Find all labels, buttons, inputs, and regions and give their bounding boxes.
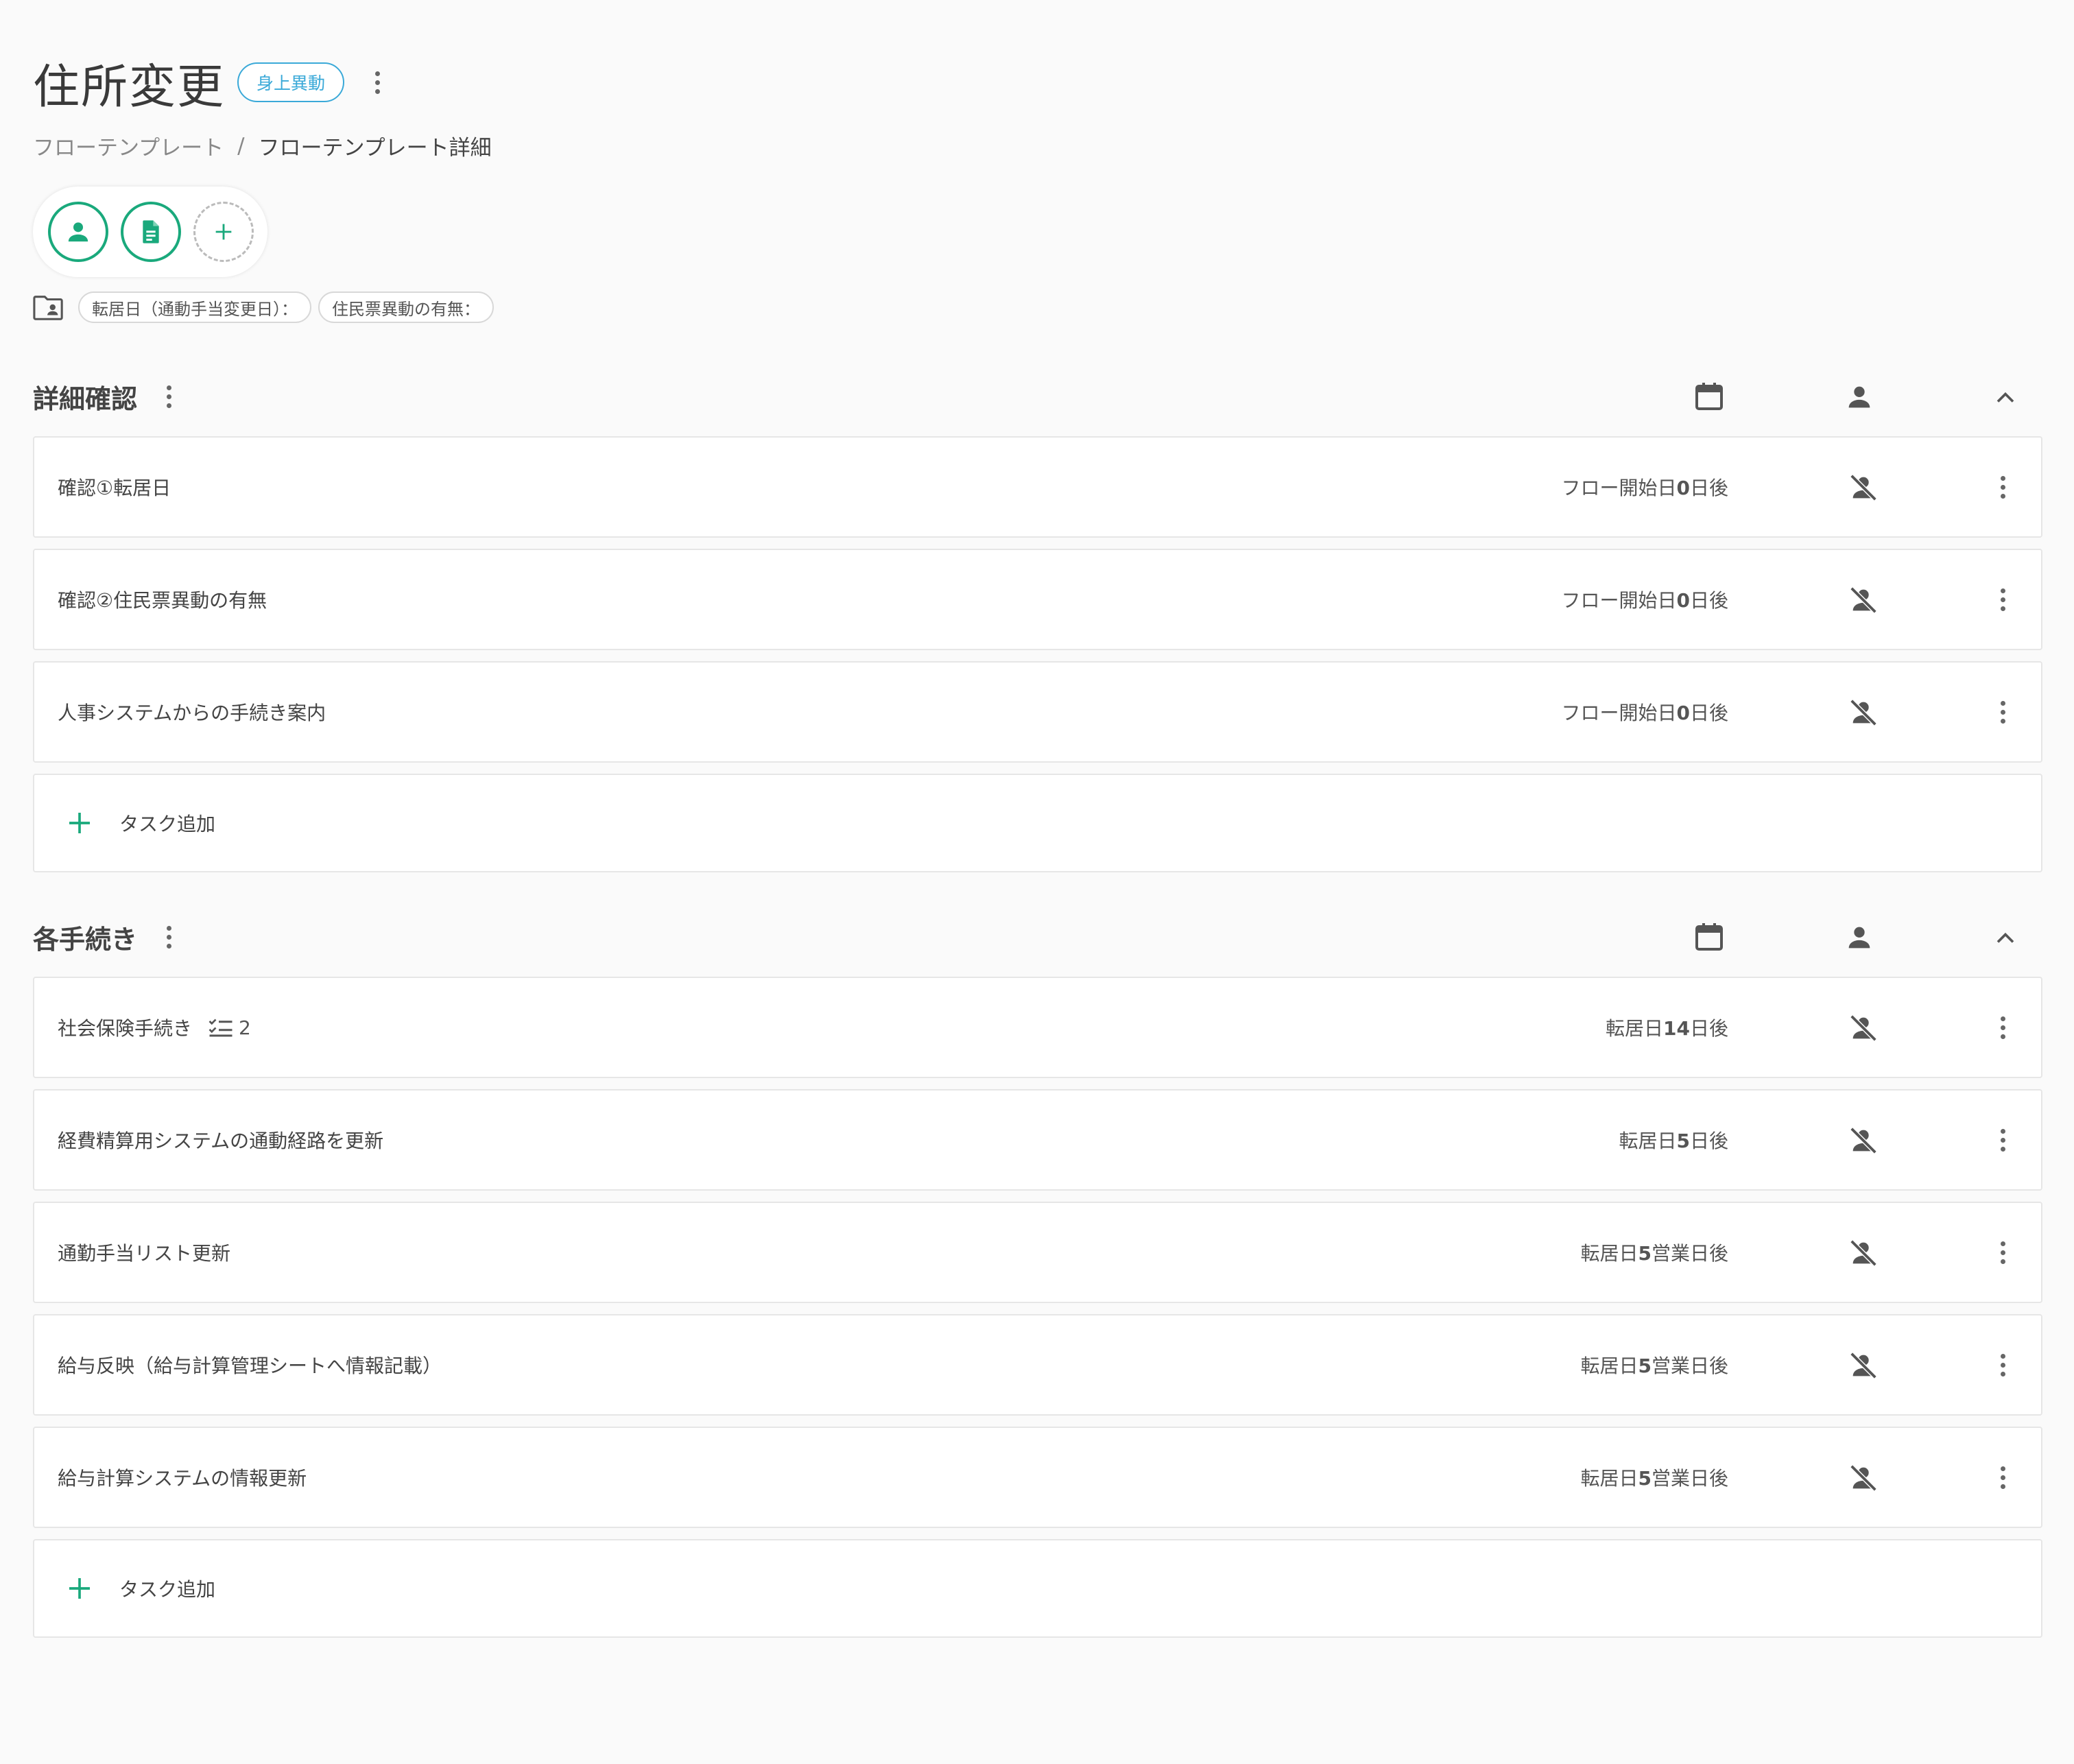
- task-due: フロー開始日0日後: [1561, 589, 1728, 612]
- no-assignee-icon[interactable]: [1848, 472, 1879, 503]
- task-more-icon[interactable]: [1989, 1121, 2016, 1159]
- subtask-count: 2: [208, 1016, 251, 1039]
- section-procedures: 各手続き 社会保険手続き 2 転居日14日後 経費精算用システムの通動経路を更新…: [33, 903, 2042, 1638]
- task-due: 転居日5営業日後: [1580, 1355, 1728, 1377]
- person-icon: [1848, 386, 1870, 408]
- task-row[interactable]: 通勤手当リスト更新 転居日5営業日後: [33, 1202, 2042, 1303]
- task-more-icon[interactable]: [1989, 693, 2016, 731]
- add-task-button[interactable]: タスク追加: [33, 1539, 2042, 1638]
- task-more-icon[interactable]: [1989, 468, 2016, 506]
- task-more-icon[interactable]: [1989, 1008, 2016, 1047]
- calendar-icon: [1695, 923, 1723, 951]
- task-name: 給与反映（給与計算管理シートへ情報記載）: [58, 1355, 442, 1377]
- section-header: 各手続き: [33, 903, 2042, 971]
- task-name: 給与計算システムの情報更新: [58, 1467, 307, 1490]
- add-task-label: タスク追加: [119, 1578, 216, 1601]
- participant-group: [33, 187, 267, 277]
- checklist-icon: [208, 1018, 233, 1037]
- task-row[interactable]: 給与反映（給与計算管理シートへ情報記載） 転居日5営業日後: [33, 1314, 2042, 1416]
- add-task-button[interactable]: タスク追加: [33, 774, 2042, 872]
- page-title: 住所変更: [33, 60, 226, 115]
- task-name: 確認①転居日: [58, 477, 171, 499]
- task-due: 転居日5営業日後: [1580, 1467, 1728, 1490]
- plus-icon: [215, 224, 232, 240]
- breadcrumb: フローテンプレート / フローテンプレート詳細: [33, 130, 492, 161]
- task-row[interactable]: 人事システムからの手続き案内 フロー開始日0日後: [33, 661, 2042, 763]
- task-name: 確認②住民票異動の有無: [58, 589, 267, 612]
- no-assignee-icon[interactable]: [1848, 1350, 1879, 1381]
- calendar-icon: [1695, 383, 1723, 410]
- task-more-icon[interactable]: [1989, 1458, 2016, 1497]
- task-name: 通勤手当リスト更新: [58, 1242, 231, 1265]
- task-more-icon[interactable]: [1989, 1346, 2016, 1384]
- document-icon: [143, 220, 159, 243]
- section-more-icon[interactable]: [155, 918, 182, 956]
- task-row[interactable]: 確認①転居日 フロー開始日0日後: [33, 436, 2042, 538]
- breadcrumb-link[interactable]: フローテンプレート: [33, 130, 224, 161]
- person-icon: [68, 222, 88, 242]
- section-detail-check: 詳細確認 確認①転居日 フロー開始日0日後 確認②住民票異動の有無 フロー開始日…: [33, 362, 2042, 872]
- task-row[interactable]: 社会保険手続き 2 転居日14日後: [33, 977, 2042, 1078]
- task-name: 人事システムからの手続き案内: [58, 702, 326, 724]
- breadcrumb-current: フローテンプレート詳細: [258, 136, 492, 160]
- tag-resident-change[interactable]: 住民票異動の有無：: [318, 291, 494, 323]
- no-assignee-icon[interactable]: [1848, 697, 1879, 728]
- task-due: フロー開始日0日後: [1561, 477, 1728, 499]
- folder-person-icon: [33, 296, 63, 320]
- category-chip[interactable]: 身上異動: [237, 62, 345, 102]
- add-participant-button[interactable]: [193, 202, 254, 262]
- chevron-up-icon[interactable]: [1990, 923, 2021, 953]
- no-assignee-icon[interactable]: [1848, 1462, 1879, 1494]
- flow-tags: 転居日（通動手当変更日）： 住民票異動の有無：: [33, 291, 494, 324]
- tag-move-date[interactable]: 転居日（通動手当変更日）：: [78, 291, 311, 323]
- task-row[interactable]: 確認②住民票異動の有無 フロー開始日0日後: [33, 549, 2042, 650]
- section-more-icon[interactable]: [155, 377, 182, 416]
- task-more-icon[interactable]: [1989, 580, 2016, 619]
- task-name: 社会保険手続き 2: [58, 1016, 251, 1040]
- section-title: 各手続き: [33, 924, 138, 955]
- plus-icon: [69, 813, 90, 833]
- add-task-label: タスク追加: [119, 813, 216, 835]
- task-row[interactable]: 給与計算システムの情報更新 転居日5営業日後: [33, 1427, 2042, 1528]
- person-icon: [1848, 927, 1870, 949]
- task-more-icon[interactable]: [1989, 1233, 2016, 1272]
- no-assignee-icon[interactable]: [1848, 584, 1879, 616]
- title-row: 住所変更 身上異動: [33, 49, 391, 115]
- task-due: フロー開始日0日後: [1561, 702, 1728, 724]
- document-avatar[interactable]: [121, 202, 181, 262]
- chevron-up-icon[interactable]: [1990, 383, 2021, 413]
- no-assignee-icon[interactable]: [1848, 1125, 1879, 1156]
- task-due: 転居日14日後: [1606, 1017, 1728, 1040]
- task-due: 転居日5日後: [1619, 1130, 1728, 1152]
- no-assignee-icon[interactable]: [1848, 1012, 1879, 1044]
- no-assignee-icon[interactable]: [1848, 1237, 1879, 1269]
- plus-icon: [69, 1578, 90, 1599]
- task-row[interactable]: 経費精算用システムの通動経路を更新 転居日5日後: [33, 1089, 2042, 1191]
- section-header: 詳細確認: [33, 362, 2042, 431]
- title-more-icon[interactable]: [363, 63, 391, 102]
- task-name: 経費精算用システムの通動経路を更新: [58, 1130, 384, 1152]
- task-due: 転居日5営業日後: [1580, 1242, 1728, 1265]
- person-avatar[interactable]: [48, 202, 108, 262]
- section-title: 詳細確認: [33, 383, 138, 414]
- breadcrumb-separator: /: [237, 133, 245, 158]
